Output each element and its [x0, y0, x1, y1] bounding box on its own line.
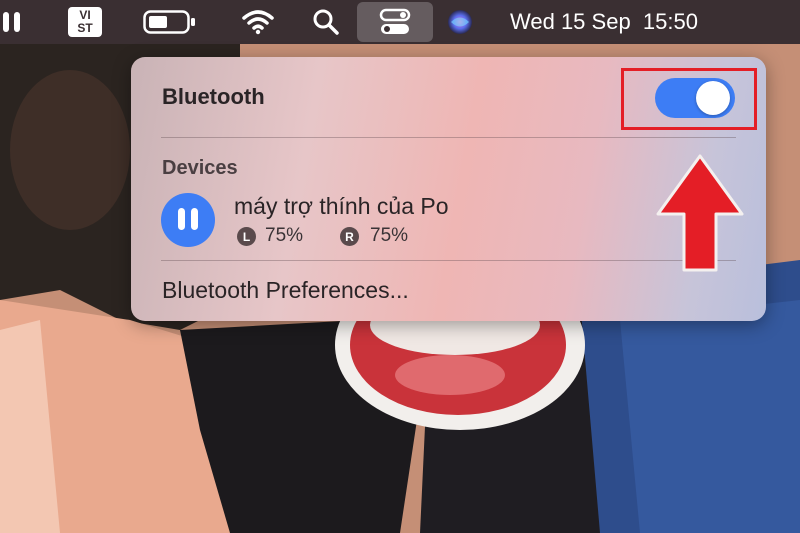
airpods-icon	[178, 208, 198, 230]
siri-menu-item[interactable]	[445, 0, 475, 44]
battery-icon	[143, 10, 195, 34]
right-battery-level: 75%	[370, 225, 409, 246]
airpods-icon	[3, 12, 20, 32]
red-arrow-annotation	[656, 154, 744, 272]
menu-bar: VI ST Wed 15 Sep 15:50	[0, 0, 800, 44]
control-center-icon	[379, 8, 411, 34]
wifi-menu-item[interactable]	[239, 0, 277, 44]
menu-clock[interactable]: Wed 15 Sep 15:50	[510, 0, 800, 44]
airpods-menu-item[interactable]	[0, 0, 24, 44]
divider	[161, 137, 736, 138]
bluetooth-preferences-link[interactable]: Bluetooth Preferences...	[162, 277, 409, 304]
input-source-menu-item[interactable]: VI ST	[67, 0, 103, 44]
input-source-icon: VI ST	[68, 7, 102, 37]
control-center-menu-item[interactable]	[357, 2, 433, 42]
battery-menu-item[interactable]	[143, 0, 197, 44]
divider	[161, 260, 736, 261]
spotlight-menu-item[interactable]	[310, 0, 342, 44]
toggle-highlight-box	[621, 68, 757, 130]
devices-section-label: Devices	[162, 157, 238, 179]
right-earbud-badge: R	[340, 227, 359, 246]
device-icon	[161, 193, 215, 247]
device-name: máy trợ thính của Po	[234, 193, 449, 219]
left-earbud-badge: L	[237, 227, 256, 246]
siri-icon	[448, 10, 472, 34]
left-battery-level: 75%	[265, 225, 304, 246]
panel-title: Bluetooth	[162, 84, 265, 109]
wifi-icon	[242, 10, 274, 35]
clock-text: Wed 15 Sep 15:50	[510, 9, 698, 34]
search-icon	[313, 9, 339, 35]
